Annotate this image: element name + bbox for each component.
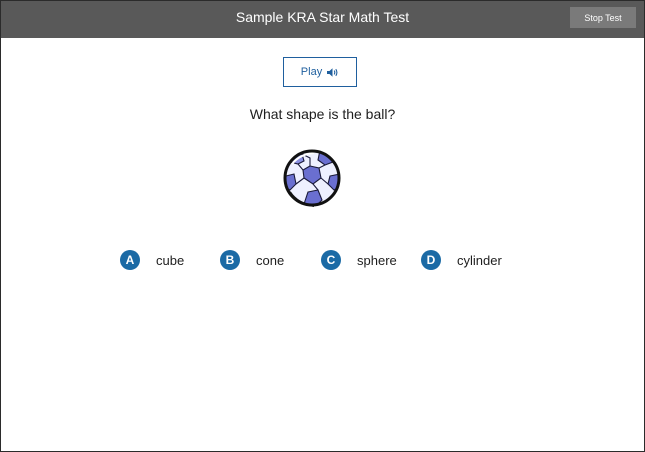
test-title: Sample KRA Star Math Test [235, 9, 410, 25]
answer-letter-badge: C [321, 250, 341, 270]
soccer-ball-image [280, 146, 344, 210]
answer-letter-badge: A [120, 250, 140, 270]
answer-text: cone [256, 252, 285, 268]
question-text: What shape is the ball? [249, 106, 396, 122]
test-window: Sample KRA Star Math Test Stop Test Play… [0, 0, 645, 452]
speaker-icon [326, 67, 339, 78]
answer-option-c[interactable]: C sphere [321, 249, 397, 271]
answer-option-a[interactable]: A cube [120, 249, 184, 271]
answer-text: cylinder [457, 252, 502, 268]
header-bar: Sample KRA Star Math Test Stop Test [1, 1, 644, 38]
answer-letter-badge: D [421, 250, 441, 270]
answer-letter-badge: B [220, 250, 240, 270]
play-label: Play [300, 66, 323, 78]
answer-option-d[interactable]: D cylinder [421, 249, 502, 271]
stop-test-button[interactable]: Stop Test [570, 7, 636, 28]
answer-option-b[interactable]: B cone [220, 249, 284, 271]
answer-text: cube [156, 252, 185, 268]
answer-text: sphere [357, 252, 397, 268]
play-audio-button[interactable]: Play [283, 57, 357, 87]
